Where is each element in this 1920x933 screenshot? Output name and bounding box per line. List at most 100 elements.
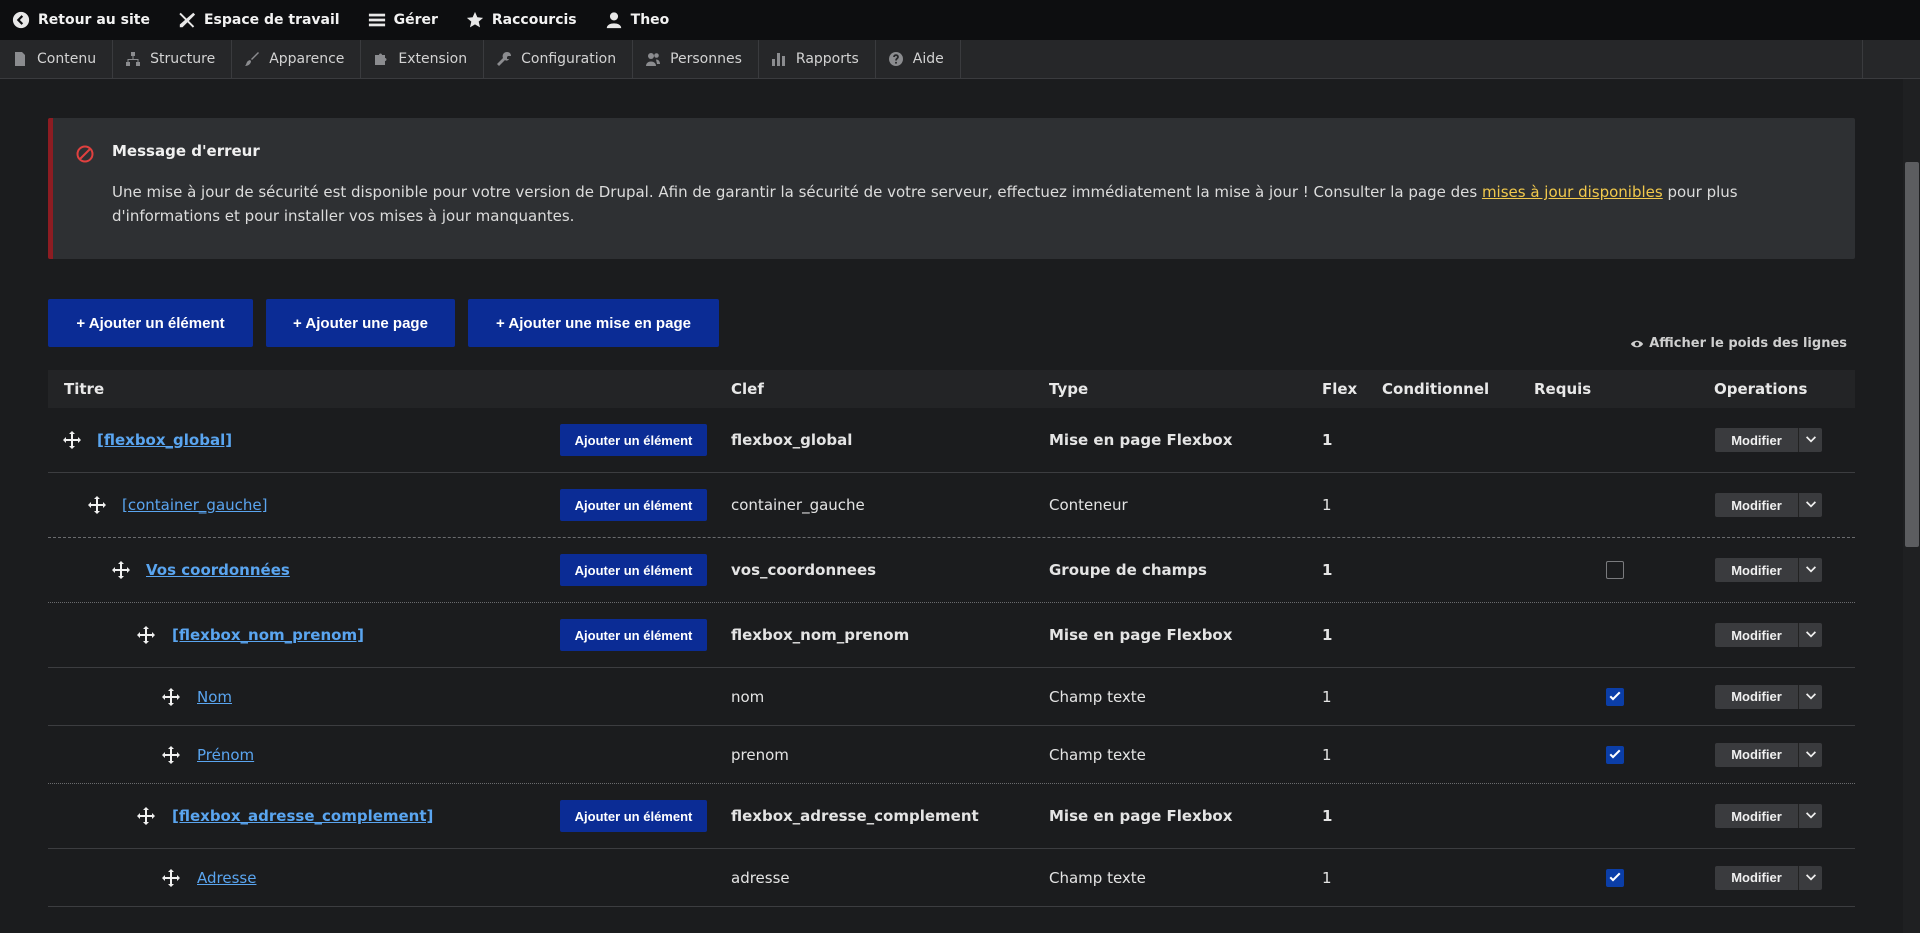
header-operations: Operations [1714, 380, 1808, 398]
drag-handle-icon[interactable] [162, 745, 180, 764]
row-flex: 1 [1322, 431, 1333, 449]
checkmark-icon [1609, 872, 1621, 881]
manage-button[interactable]: Gérer [364, 0, 448, 40]
paintbrush-icon [245, 52, 260, 66]
header-conditional: Conditionnel [1382, 380, 1490, 398]
row-operations: Modifier [1715, 742, 1822, 767]
user-button[interactable]: Theo [601, 0, 680, 40]
back-to-site-link[interactable]: Retour au site [8, 0, 160, 40]
row-title-link[interactable]: Vos coordonnées [146, 561, 290, 579]
add-child-element-button[interactable]: Ajouter un élément [560, 800, 707, 832]
workspace-label: Espace de travail [203, 12, 340, 28]
operations-dropdown-toggle[interactable] [1798, 558, 1822, 582]
chevron-down-icon [1805, 812, 1816, 819]
row-flex: 1 [1322, 807, 1333, 825]
modify-button[interactable]: Modifier [1715, 742, 1798, 767]
tray-item-configuration[interactable]: Configuration [484, 40, 634, 78]
modify-button[interactable]: Modifier [1715, 804, 1798, 828]
row-title-link[interactable]: [container_gauche] [122, 496, 267, 514]
error-icon [76, 145, 94, 163]
tray-item-appearance[interactable]: Apparence [232, 40, 362, 78]
add-layout-button[interactable]: + Ajouter une mise en page [468, 299, 719, 347]
tools-icon [176, 9, 198, 31]
row-title-link[interactable]: [flexbox_adresse_complement] [172, 807, 433, 825]
table-row-partial [48, 918, 1855, 933]
user-label: Theo [630, 12, 670, 28]
workspace-button[interactable]: Espace de travail [174, 0, 350, 40]
add-page-button[interactable]: + Ajouter une page [266, 299, 455, 347]
add-child-element-button[interactable]: Ajouter un élément [560, 619, 707, 651]
row-type: Champ texte [1049, 687, 1146, 706]
puzzle-icon [375, 53, 387, 65]
operations-dropdown-toggle[interactable] [1798, 684, 1822, 709]
modify-button[interactable]: Modifier [1715, 493, 1798, 517]
operations-dropdown-toggle[interactable] [1798, 804, 1822, 828]
row-operations: Modifier [1715, 684, 1822, 709]
row-flex: 1 [1322, 626, 1333, 644]
drag-handle-icon[interactable] [162, 868, 180, 887]
wrench-icon [497, 52, 512, 66]
drag-handle-icon[interactable] [137, 626, 155, 644]
tray-item-help[interactable]: Aide [876, 40, 961, 78]
tray-item-content[interactable]: Contenu [0, 40, 114, 78]
tray-orientation-toggle[interactable] [1862, 40, 1920, 78]
shortcuts-button[interactable]: Raccourcis [462, 0, 587, 40]
row-title-link[interactable]: [flexbox_global] [97, 431, 232, 449]
add-child-element-button[interactable]: Ajouter un élément [560, 489, 707, 521]
available-updates-link[interactable]: mises à jour disponibles [1482, 183, 1663, 201]
row-title-link[interactable]: Nom [197, 688, 232, 706]
row-operations: Modifier [1715, 558, 1822, 582]
row-title-link[interactable]: Prénom [197, 746, 254, 764]
tray-item-reports[interactable]: Rapports [759, 40, 876, 78]
page-scrollbar[interactable] [1903, 79, 1920, 933]
modify-button[interactable]: Modifier [1715, 558, 1798, 582]
table-row: [flexbox_nom_prenom] Ajouter un élément … [48, 603, 1855, 668]
header-key: Clef [731, 380, 764, 398]
required-checkbox[interactable] [1606, 745, 1624, 764]
required-checkbox[interactable] [1606, 561, 1624, 579]
add-child-element-button[interactable]: Ajouter un élément [560, 554, 707, 586]
scrollbar-thumb[interactable] [1905, 162, 1919, 547]
row-key: container_gauche [731, 496, 865, 514]
row-flex: 1 [1322, 745, 1332, 764]
sitemap-icon [126, 52, 141, 66]
tray-item-label: Configuration [521, 51, 617, 67]
row-type: Mise en page Flexbox [1049, 626, 1233, 644]
checkmark-icon [1609, 691, 1621, 700]
drag-handle-icon[interactable] [63, 431, 81, 449]
add-element-button[interactable]: + Ajouter un élément [48, 299, 253, 347]
modify-button[interactable]: Modifier [1715, 684, 1798, 709]
row-operations: Modifier [1715, 804, 1822, 828]
modify-button[interactable]: Modifier [1715, 623, 1798, 647]
operations-dropdown-toggle[interactable] [1798, 623, 1822, 647]
drag-handle-icon[interactable] [137, 807, 155, 825]
header-required: Requis [1534, 380, 1592, 398]
required-checkbox[interactable] [1606, 687, 1624, 706]
operations-dropdown-toggle[interactable] [1798, 742, 1822, 767]
row-key: flexbox_adresse_complement [731, 807, 979, 825]
show-row-weights-toggle[interactable]: Afficher le poids des lignes [1630, 336, 1847, 351]
row-key: vos_coordonnees [731, 561, 877, 579]
row-key: nom [731, 687, 765, 706]
row-flex: 1 [1322, 687, 1332, 706]
row-key: flexbox_nom_prenom [731, 626, 910, 644]
operations-dropdown-toggle[interactable] [1798, 493, 1822, 517]
tray-item-structure[interactable]: Structure [113, 40, 233, 78]
tray-item-people[interactable]: Personnes [633, 40, 759, 78]
row-title-link[interactable]: [flexbox_nom_prenom] [172, 626, 364, 644]
drag-handle-icon[interactable] [112, 561, 130, 579]
tray-item-label: Structure [150, 51, 216, 67]
chevron-down-icon [1805, 692, 1816, 699]
tray-item-extend[interactable]: Extension [361, 40, 485, 78]
operations-dropdown-toggle[interactable] [1798, 865, 1822, 890]
modify-button[interactable]: Modifier [1715, 865, 1798, 890]
shortcuts-label: Raccourcis [491, 12, 577, 28]
row-title-link[interactable]: Adresse [197, 869, 256, 887]
modify-button[interactable]: Modifier [1715, 428, 1798, 452]
add-child-element-button[interactable]: Ajouter un élément [560, 424, 707, 456]
drag-handle-icon[interactable] [88, 496, 106, 514]
required-checkbox[interactable] [1606, 868, 1624, 887]
operations-dropdown-toggle[interactable] [1798, 428, 1822, 452]
chevron-left-circle-icon [10, 9, 32, 31]
drag-handle-icon[interactable] [162, 687, 180, 706]
